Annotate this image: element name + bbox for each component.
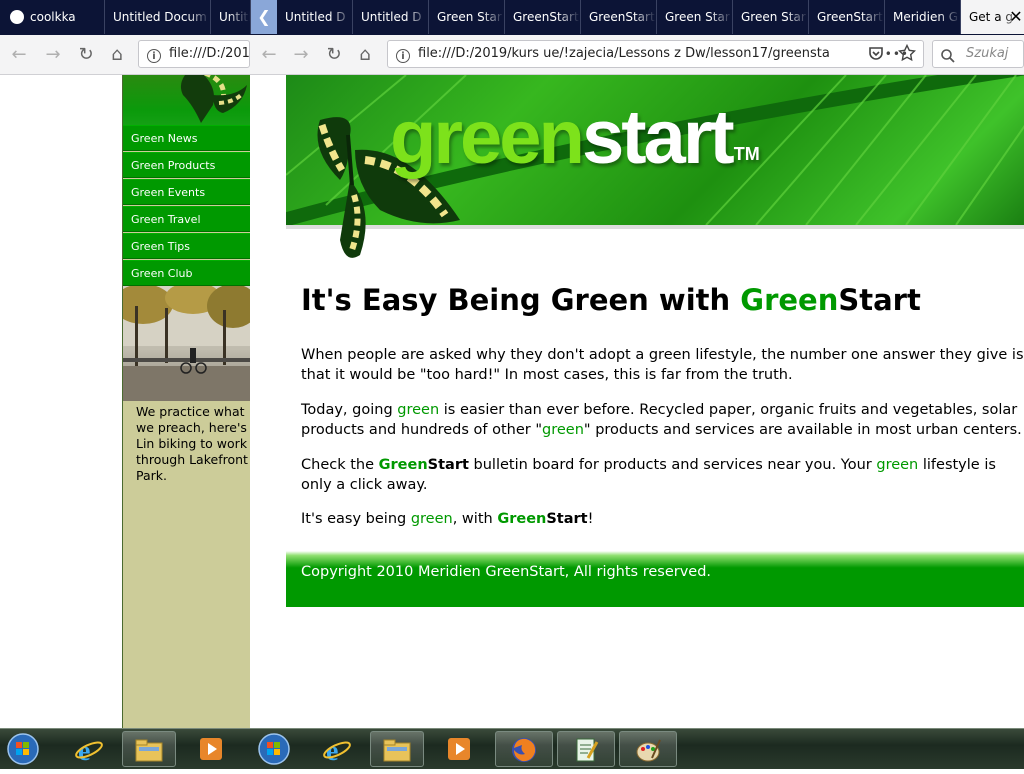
sidebar-item-green-club[interactable]: Green Club <box>123 260 250 286</box>
paragraph-today: Today, going green is easier than ever b… <box>301 400 1024 440</box>
bookmark-star-icon[interactable] <box>897 43 917 62</box>
ie-icon[interactable]: e <box>310 731 364 767</box>
text: " products and services are available in… <box>583 422 1022 438</box>
sidebar-item-green-travel[interactable]: Green Travel <box>123 206 250 232</box>
paint-icon[interactable] <box>619 731 677 767</box>
tab-coolkka[interactable]: coolkka <box>0 0 105 34</box>
green-word: green <box>876 457 919 473</box>
green-word: green <box>410 511 453 527</box>
chevron-left-icon: ❮ <box>257 7 271 26</box>
ie-icon[interactable]: e <box>62 731 116 767</box>
text: ! <box>587 511 594 527</box>
butterfly-banner <box>123 75 250 125</box>
home-button[interactable]: ⌂ <box>354 44 376 66</box>
url-bar[interactable]: i file:///D:/2019/kurs ue/!zajecia/Lesson… <box>387 40 924 68</box>
text: Today, going <box>301 402 398 418</box>
paragraph-easy: It's easy being green, with GreenStart! <box>301 509 1024 529</box>
brand-green: Green <box>497 511 547 527</box>
back-button[interactable]: ← <box>8 44 30 66</box>
butterfly-icon <box>180 75 247 123</box>
tab-untitled[interactable]: Untitl <box>211 0 251 34</box>
search-input[interactable]: Szukaj <box>932 40 1024 68</box>
sidebar-item-green-products[interactable]: Green Products <box>123 152 250 178</box>
tab-untitled-d-2[interactable]: Untitled D <box>353 0 429 34</box>
pocket-icon[interactable] <box>868 45 884 61</box>
tab-label: coolkka <box>30 10 76 24</box>
close-tab-icon[interactable]: ✕ <box>1006 6 1024 28</box>
green-word: green <box>397 402 440 418</box>
tab-green-start[interactable]: Green Star <box>429 0 505 34</box>
info-icon[interactable]: i <box>396 49 410 63</box>
trademark-symbol: TM <box>733 144 760 164</box>
paragraph-bulletin: Check the GreenStart bulletin board for … <box>301 455 1024 495</box>
title-brand-green: Green <box>740 283 839 317</box>
tab-greenstart-3[interactable]: GreenStart <box>809 0 885 34</box>
title-text: It's Easy Being Green with <box>301 283 741 317</box>
paragraph-intro: When people are asked why they don't ado… <box>301 347 1024 383</box>
search-icon <box>941 47 955 63</box>
green-word: green <box>542 422 584 438</box>
brand-start: Start <box>546 511 588 527</box>
tab-scroll-left-button[interactable]: ❮ <box>251 0 277 34</box>
logo-start: start <box>581 95 735 180</box>
photo-caption: We practice what we preach, here's Lin b… <box>136 404 248 483</box>
sidebar: Green News Green Products Green Events G… <box>122 75 250 728</box>
reload-button[interactable]: ↻ <box>75 44 97 66</box>
tab-untitled-d[interactable]: Untitled D <box>277 0 353 34</box>
tab-strip: coolkka Untitled Docum Untitl ❮ Untitled… <box>0 0 1024 35</box>
main-toolbar: ← → ↻ ⌂ i file:///D:/2019/kurs ue/!zajeci… <box>250 35 1024 75</box>
url-bar[interactable]: i file:///D:/201 <box>138 40 250 68</box>
media-player-icon[interactable] <box>184 731 238 767</box>
windows-start-icon[interactable] <box>255 731 293 767</box>
greenstart-logo: greenstart TM <box>390 88 760 188</box>
info-icon[interactable]: i <box>147 49 161 63</box>
title-brand-start: Start <box>838 283 921 317</box>
forward-button[interactable]: → <box>290 44 312 66</box>
tab-meridien[interactable]: Meridien G <box>885 0 961 34</box>
url-text: file:///D:/2019/kurs ue/!zajecia/Lessons… <box>418 46 830 61</box>
explorer-icon[interactable] <box>370 731 424 767</box>
text: It's easy being <box>301 511 411 527</box>
search-placeholder: Szukaj <box>966 46 1009 61</box>
brand-start: Start <box>427 457 469 473</box>
text: bulletin board for products and services… <box>468 457 877 473</box>
sidebar-item-green-tips[interactable]: Green Tips <box>123 233 250 259</box>
explorer-icon[interactable] <box>122 731 176 767</box>
tab-greenstart-2[interactable]: GreenStart <box>581 0 657 34</box>
footer: Copyright 2010 Meridien GreenStart, All … <box>286 551 1024 607</box>
github-icon <box>10 10 24 24</box>
text: Check the <box>301 457 379 473</box>
home-button[interactable]: ⌂ <box>106 44 128 66</box>
logo-green: green <box>390 95 585 180</box>
forward-button[interactable]: → <box>42 44 64 66</box>
sidebar-item-green-events[interactable]: Green Events <box>123 179 250 205</box>
firefox-icon[interactable] <box>495 731 553 767</box>
text: , with <box>452 511 498 527</box>
taskbar: e e <box>0 728 1024 769</box>
tab-green-start-2[interactable]: Green Star <box>657 0 733 34</box>
lakefront-photo <box>123 286 250 401</box>
copyright-text: Copyright 2010 Meridien GreenStart, All … <box>301 564 712 580</box>
url-text: file:///D:/201 <box>169 46 250 61</box>
sidebar-item-green-news[interactable]: Green News <box>123 125 250 151</box>
media-player-icon[interactable] <box>432 731 486 767</box>
notepad-icon[interactable] <box>557 731 615 767</box>
left-window-toolbar: ← → ↻ ⌂ i file:///D:/201 <box>0 35 250 75</box>
tab-untitled-document[interactable]: Untitled Docum <box>105 0 211 34</box>
page-title: It's Easy Being Green with GreenStart <box>301 283 921 317</box>
tab-greenstart[interactable]: GreenStart <box>505 0 581 34</box>
windows-start-icon[interactable] <box>4 731 42 767</box>
tab-green-start-3[interactable]: Green Star <box>733 0 809 34</box>
reload-button[interactable]: ↻ <box>323 44 345 66</box>
back-button[interactable]: ← <box>258 44 280 66</box>
brand-green: Green <box>378 457 428 473</box>
